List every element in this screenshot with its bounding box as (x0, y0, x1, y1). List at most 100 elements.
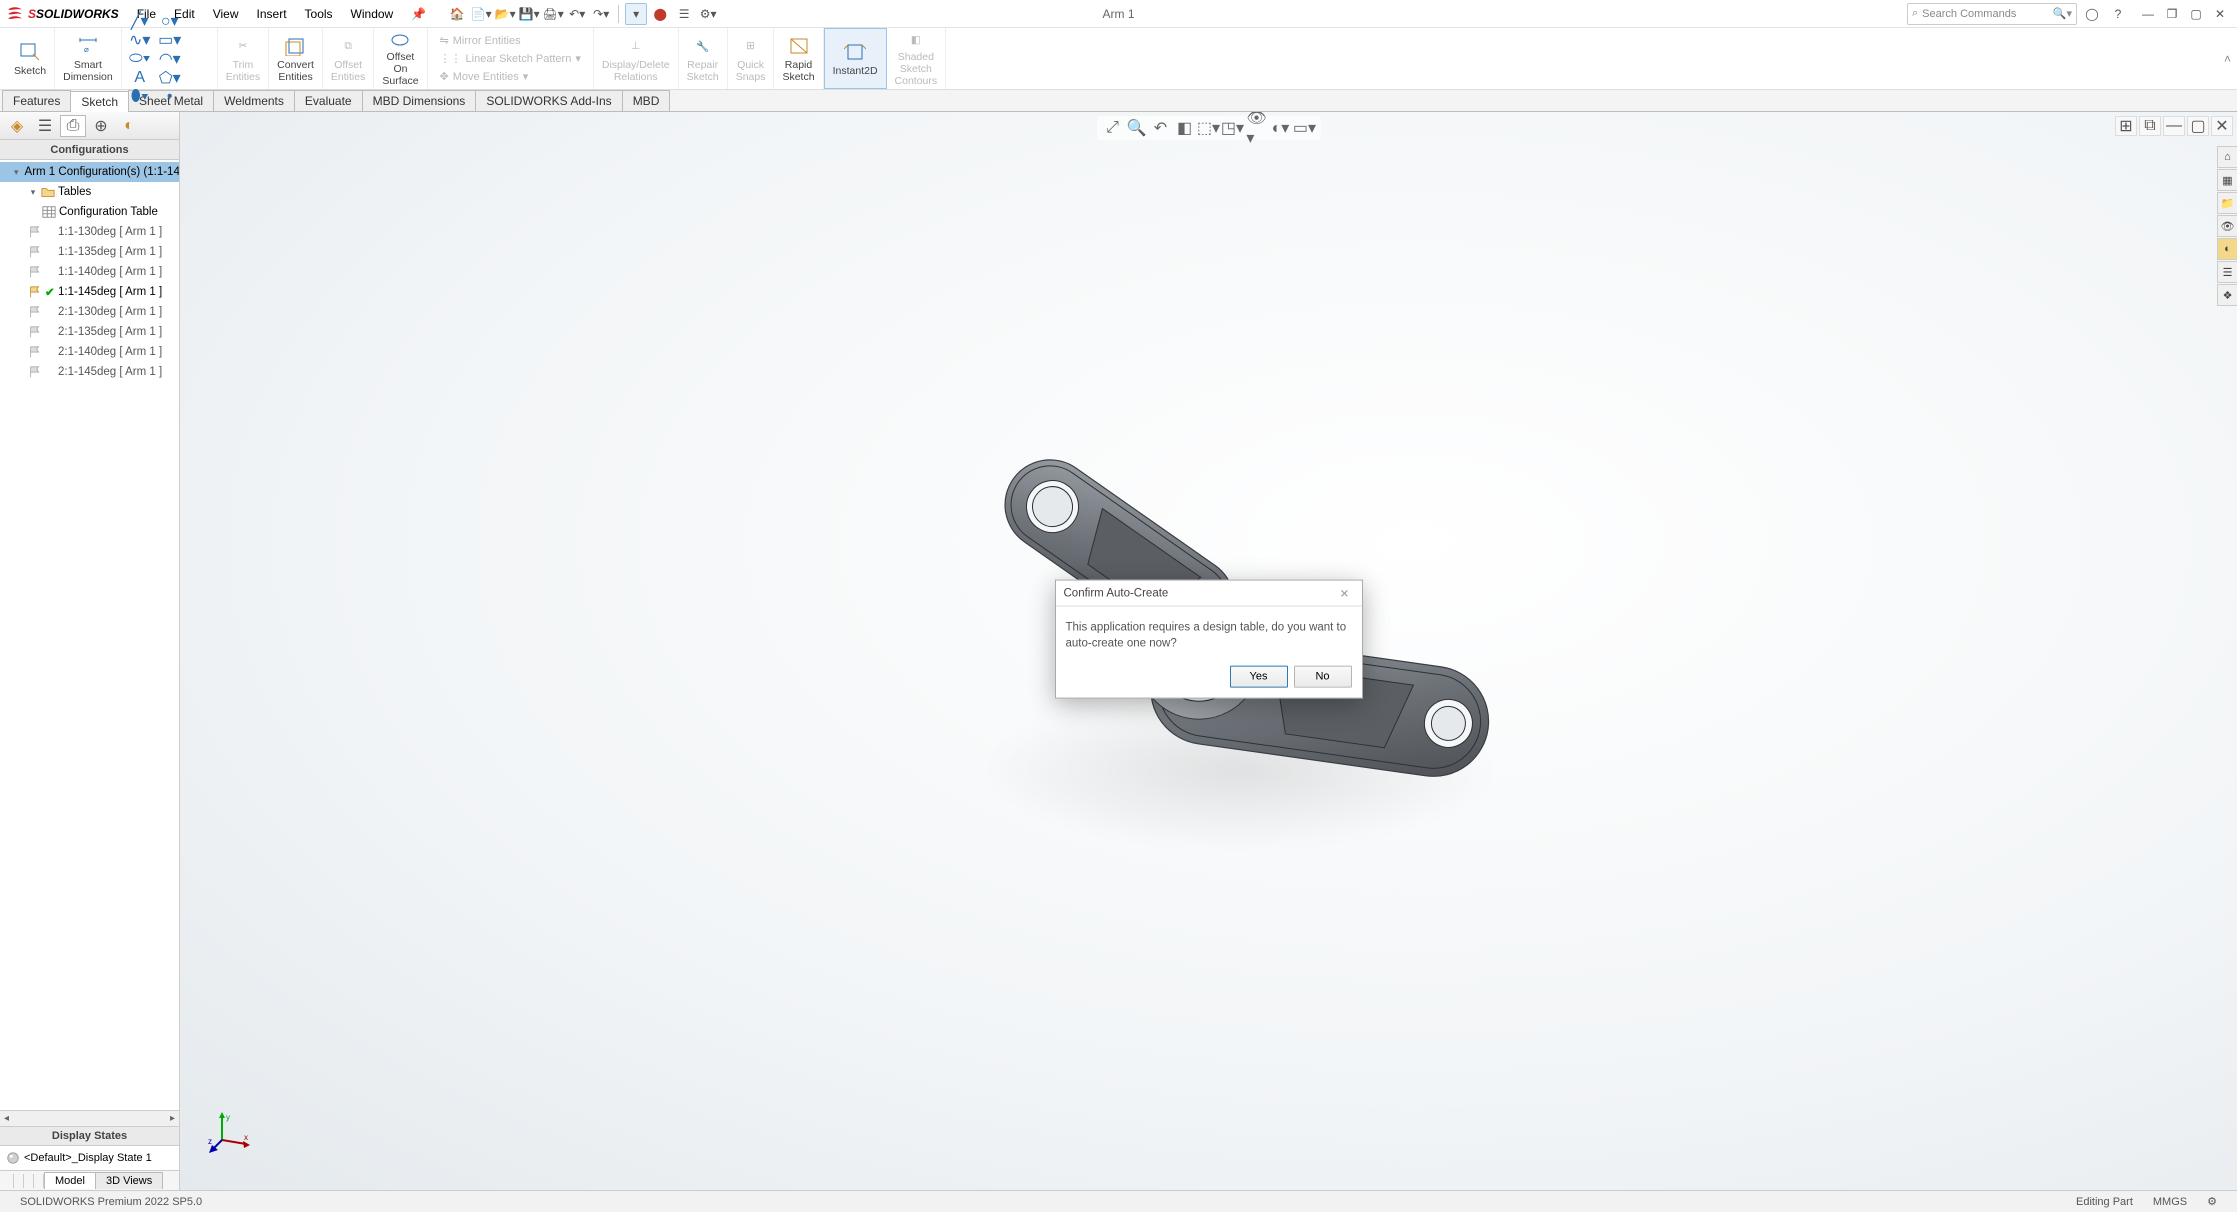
tab-config-icon[interactable]: ⎙ (60, 115, 86, 137)
tab-evaluate[interactable]: Evaluate (294, 90, 363, 111)
doc-tab-model[interactable]: Model (44, 1172, 96, 1189)
zoom-fit-icon[interactable]: ⤢ (1103, 118, 1123, 138)
undo-icon[interactable]: ↶▾ (566, 3, 588, 25)
help-icon[interactable]: ? (2107, 4, 2129, 24)
yes-button[interactable]: Yes (1230, 666, 1288, 688)
config-item[interactable]: —2:1-130deg [ Arm 1 ] (0, 302, 179, 322)
tab-mbd[interactable]: MBD (622, 90, 671, 111)
tab-weldments[interactable]: Weldments (213, 90, 295, 111)
doc-tab-3dviews[interactable]: 3D Views (95, 1172, 163, 1189)
point-icon[interactable]: • (156, 88, 184, 105)
viewport-split-icon[interactable]: ⊞ (2115, 116, 2137, 136)
text-tool-icon[interactable]: A (126, 69, 154, 86)
ribbon-collapse-icon[interactable]: ˄ (2224, 28, 2237, 89)
hide-show-icon[interactable]: 👁▾ (1247, 118, 1267, 138)
menu-pin[interactable]: 📌 (403, 4, 434, 24)
tables-node[interactable]: ▾ Tables (0, 182, 179, 202)
config-item[interactable]: —2:1-135deg [ Arm 1 ] (0, 322, 179, 342)
ribbon-pattern[interactable]: ⋮⋮Linear Sketch Pattern▾ (436, 51, 585, 66)
viewport-maximize-button[interactable]: ▢ (2187, 116, 2209, 136)
new-icon[interactable]: 📄▾ (470, 3, 492, 25)
rebuild-icon[interactable]: ⬤ (649, 3, 671, 25)
ribbon-repair[interactable]: 🔧 Repair Sketch (679, 28, 728, 89)
print-icon[interactable]: 🖨▾ (542, 3, 564, 25)
view-orient-icon[interactable]: ⬚▾ (1199, 118, 1219, 138)
prev-view-icon[interactable]: ↶ (1151, 118, 1171, 138)
ribbon-smart-dim[interactable]: ⌀ Smart Dimension (55, 28, 122, 89)
ribbon-instant2d[interactable]: Instant2D (824, 28, 887, 89)
status-options-icon[interactable]: ⚙ (2197, 1195, 2227, 1208)
display-style-icon[interactable]: ◳▾ (1223, 118, 1243, 138)
taskpane-props-icon[interactable]: ☰ (2217, 261, 2237, 283)
tab-addins[interactable]: SOLIDWORKS Add-Ins (475, 90, 622, 111)
taskpane-home-icon[interactable]: ⌂ (2217, 146, 2237, 168)
save-icon[interactable]: 💾▾ (518, 3, 540, 25)
config-table-node[interactable]: Configuration Table (0, 202, 179, 222)
ribbon-offset[interactable]: ⧉ Offset Entities (323, 28, 374, 89)
open-icon[interactable]: 📂▾ (494, 3, 516, 25)
ribbon-relations[interactable]: ⊥ Display/Delete Relations (594, 28, 679, 89)
tab-feature-tree-icon[interactable]: ◈ (4, 115, 30, 137)
tab-sketch[interactable]: Sketch (70, 91, 129, 112)
restore-button[interactable]: ❐ (2161, 4, 2183, 24)
select-icon[interactable]: ▾ (625, 3, 647, 25)
line-icon[interactable]: ╱▾ (126, 12, 154, 29)
config-root[interactable]: ▾ Arm 1 Configuration(s) (1:1-145d (0, 162, 179, 182)
display-state-row[interactable]: <Default>_Display State 1 (0, 1146, 179, 1170)
close-button[interactable]: ✕ (2209, 4, 2231, 24)
config-item[interactable]: —1:1-135deg [ Arm 1 ] (0, 242, 179, 262)
ribbon-mirror[interactable]: ⇋Mirror Entities (436, 33, 585, 48)
tab-appearance-icon[interactable]: ◐ (116, 115, 142, 137)
ribbon-offset-surface[interactable]: Offset On Surface (374, 28, 427, 89)
ribbon-shaded[interactable]: ◧ Shaded Sketch Contours (887, 28, 947, 89)
menu-insert[interactable]: Insert (249, 4, 295, 24)
ribbon-snaps[interactable]: ⊞ Quick Snaps (728, 28, 775, 89)
slot-icon[interactable]: ⬭▾ (126, 50, 154, 67)
appearance-icon[interactable]: ◐▾ (1271, 118, 1291, 138)
polygon-icon[interactable]: ⬠▾ (156, 69, 184, 86)
config-item[interactable]: —1:1-140deg [ Arm 1 ] (0, 262, 179, 282)
ribbon-trim[interactable]: ✂ Trim Entities (218, 28, 269, 89)
ellipse-icon[interactable]: ⬮▾ (126, 88, 154, 105)
config-item[interactable]: —1:1-130deg [ Arm 1 ] (0, 222, 179, 242)
search-input[interactable]: ⌕ Search Commands 🔍▾ (1907, 3, 2077, 25)
taskpane-library-icon[interactable]: 📁 (2217, 192, 2237, 214)
dialog-close-icon[interactable]: ✕ (1336, 586, 1354, 600)
menu-tools[interactable]: Tools (297, 4, 341, 24)
menu-view[interactable]: View (205, 4, 247, 24)
user-icon[interactable]: ◯ (2081, 4, 2103, 24)
maximize-button[interactable]: ▢ (2185, 4, 2207, 24)
search-magnify-icon[interactable]: 🔍▾ (2053, 7, 2072, 20)
options-list-icon[interactable]: ☰ (673, 3, 695, 25)
ribbon-convert[interactable]: Convert Entities (269, 28, 323, 89)
config-item[interactable]: —2:1-145deg [ Arm 1 ] (0, 362, 179, 382)
tab-features[interactable]: Features (2, 90, 71, 111)
taskpane-view-icon[interactable]: 👁 (2217, 215, 2237, 237)
tab-dim-icon[interactable]: ⊕ (88, 115, 114, 137)
ribbon-rapid[interactable]: Rapid Sketch (774, 28, 823, 89)
viewport-link-icon[interactable]: ⧉ (2139, 116, 2161, 136)
ribbon-sketch[interactable]: Sketch (6, 28, 55, 89)
status-units[interactable]: MMGS (2143, 1196, 2197, 1208)
minimize-button[interactable]: — (2137, 4, 2159, 24)
taskpane-appearance-icon[interactable]: ◐ (2217, 238, 2237, 260)
arc-icon[interactable]: ◠▾ (156, 50, 184, 67)
config-item[interactable]: ✔1:1-145deg [ Arm 1 ] (0, 282, 179, 302)
taskpane-forum-icon[interactable]: ❖ (2217, 284, 2237, 306)
config-item[interactable]: —2:1-140deg [ Arm 1 ] (0, 342, 179, 362)
rect-icon[interactable]: ▭▾ (156, 31, 184, 48)
dialog-titlebar[interactable]: Confirm Auto-Create ✕ (1056, 581, 1362, 607)
viewport-minimize-button[interactable]: — (2163, 116, 2185, 136)
spline-icon[interactable]: ∿▾ (126, 31, 154, 48)
home-icon[interactable]: 🏠 (446, 3, 468, 25)
panel-scrollbar[interactable]: ◂▸ (0, 1110, 179, 1126)
view-triad[interactable]: y x z (208, 1110, 252, 1154)
circle-icon[interactable]: ○▾ (156, 12, 184, 29)
ribbon-move[interactable]: ✥Move Entities▾ (436, 69, 585, 84)
zoom-area-icon[interactable]: 🔍 (1127, 118, 1147, 138)
tab-property-icon[interactable]: ☰ (32, 115, 58, 137)
section-view-icon[interactable]: ◧ (1175, 118, 1195, 138)
taskpane-resources-icon[interactable]: ▦ (2217, 169, 2237, 191)
chevron-down-icon[interactable]: ▾ (28, 187, 38, 198)
menu-window[interactable]: Window (343, 4, 402, 24)
